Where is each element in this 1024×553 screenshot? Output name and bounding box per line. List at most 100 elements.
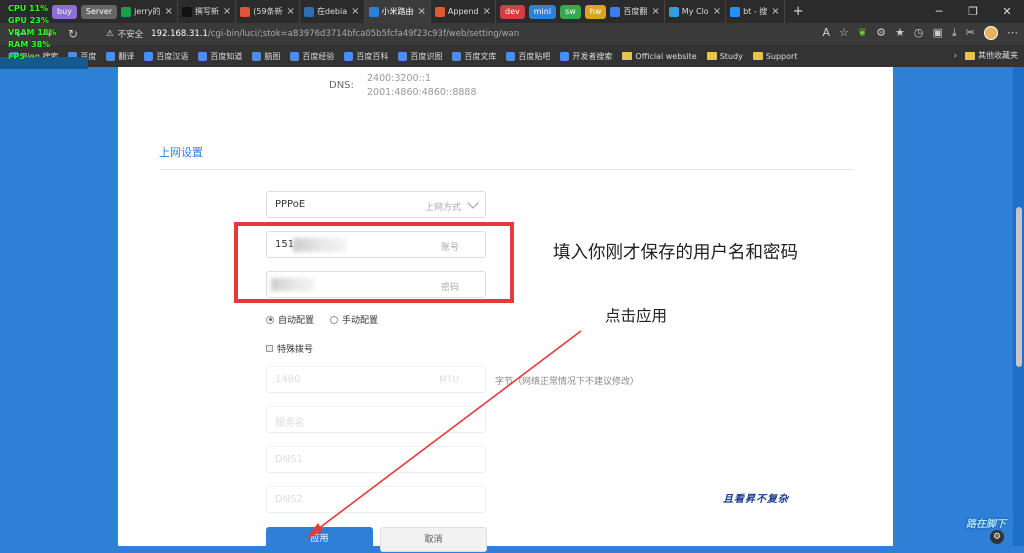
bookmark-label: Support: [765, 51, 798, 61]
close-tab-icon[interactable]: ×: [223, 6, 231, 17]
tab-4[interactable]: 小米路由 ×: [364, 0, 431, 23]
collections-icon[interactable]: ▣: [933, 26, 943, 40]
download-icon[interactable]: ⤓: [952, 26, 957, 40]
read-aloud-icon[interactable]: A: [823, 26, 831, 40]
history-icon[interactable]: ◷: [914, 26, 924, 40]
leaf-icon: [121, 6, 132, 17]
bookmark-item[interactable]: Official website: [622, 51, 697, 61]
tab-11[interactable]: My Clo ×: [665, 0, 727, 23]
bookmark-label: 百度识图: [410, 51, 443, 61]
tab-label: jerry的: [134, 7, 161, 16]
scrollbar[interactable]: [1013, 67, 1024, 546]
tab-5[interactable]: Append ×: [431, 0, 497, 23]
grid-icon: [434, 6, 445, 17]
restore-button[interactable]: ❐: [956, 0, 990, 23]
tab-label: 小米路由: [381, 7, 414, 16]
tab-label: Append: [447, 7, 479, 16]
tab-group-1[interactable]: Server: [80, 4, 118, 19]
tab-group-item[interactable]: sw: [560, 4, 581, 19]
tab-label: bt - 搜: [743, 7, 768, 16]
tab-group-item[interactable]: mini: [528, 4, 557, 19]
bookmark-icon: [144, 51, 154, 61]
arrow-annotation: [306, 330, 582, 539]
bookmark-label: 脑图: [264, 51, 281, 61]
warning-icon: ⚠: [106, 29, 114, 39]
tab-0[interactable]: jerry的 ×: [117, 0, 178, 23]
bookmark-item[interactable]: 百度百科: [344, 51, 388, 62]
close-tab-icon[interactable]: ×: [351, 6, 359, 17]
url-field[interactable]: ⚠ 不安全 192.168.31.1/cgi-bin/luci/;stok=a8…: [106, 28, 519, 40]
close-tab-icon[interactable]: ×: [164, 6, 172, 17]
bookmark-label: Study: [719, 51, 743, 61]
performance-overlay: CPU 11% GPU 23% VRAM 18% RAM 38% FPS --: [0, 3, 88, 69]
close-tab-icon[interactable]: ×: [713, 6, 721, 17]
tab-label: (59条新: [253, 7, 283, 16]
bookmark-item[interactable]: 百度汉语: [144, 51, 188, 62]
bookmark-icon: [506, 51, 516, 61]
tab-1[interactable]: 撰写新 ×: [178, 0, 237, 23]
tab-label: 在debia: [316, 7, 348, 16]
profile-avatar[interactable]: [984, 26, 998, 40]
bookmark-icon: [290, 51, 300, 61]
close-tab-icon[interactable]: ×: [771, 6, 779, 17]
settings-panel: DNS: 2400:3200::1 2001:4860:4860::8888 上…: [118, 67, 893, 552]
bookmark-label: 百度文库: [464, 51, 497, 61]
tab-group-item[interactable]: dev: [500, 4, 525, 19]
bookmarks-overflow[interactable]: › 其他收藏夹: [954, 50, 1018, 61]
more-menu-icon[interactable]: ⋯: [1007, 26, 1018, 40]
tab-label: 百度翻: [623, 7, 648, 16]
bookmark-item[interactable]: 脑图: [252, 51, 280, 62]
favorites-icon[interactable]: ★: [895, 26, 905, 40]
screenshot-icon[interactable]: ✂: [966, 26, 975, 40]
tab-2[interactable]: (59条新 ×: [236, 0, 300, 23]
bookmark-label: 开发者搜索: [572, 51, 613, 61]
other-bookmarks: 其他收藏夹: [978, 51, 1018, 60]
bookmark-icon: [198, 51, 208, 61]
leaf-ext-icon[interactable]: ❦: [858, 26, 867, 40]
watermark: 路在脚下: [966, 519, 1006, 530]
scrollbar-thumb[interactable]: [1016, 207, 1022, 367]
refresh-icon[interactable]: ↻: [60, 27, 86, 41]
bookmarks-bar: Bing 搜索 百度 翻译 百度汉语 百度知道 脑图 百度经验 百度百科 百度识图 百度文库 百度贴…: [0, 45, 1024, 67]
bookmark-item[interactable]: 百度文库: [452, 51, 496, 62]
cloud-icon: [668, 6, 679, 17]
bookmark-item[interactable]: Support: [752, 51, 798, 61]
bookmark-icon: [452, 51, 462, 61]
browser-toolbar: A ☆ ❦ ⚙ ★ ◷ ▣ ⤓ ✂ ⋯: [823, 26, 1018, 40]
bookmark-item[interactable]: 百度经验: [290, 51, 334, 62]
close-window-button[interactable]: ✕: [990, 0, 1024, 23]
close-tab-icon[interactable]: ×: [418, 6, 426, 17]
close-tab-icon[interactable]: ×: [483, 6, 491, 17]
address-bar: ← → ↻ ⚠ 不安全 192.168.31.1/cgi-bin/luci/;s…: [0, 23, 1024, 45]
bookmark-label: 百度汉语: [156, 51, 189, 61]
favorite-star-icon[interactable]: ☆: [839, 26, 849, 40]
close-tab-icon[interactable]: ×: [287, 6, 295, 17]
bookmark-item[interactable]: 百度识图: [398, 51, 442, 62]
bookmark-item[interactable]: 百度贴吧: [506, 51, 550, 62]
bookmark-item[interactable]: 百度知道: [198, 51, 242, 62]
folder-icon: [706, 52, 717, 60]
new-tab-button[interactable]: +: [793, 4, 804, 19]
tab-10[interactable]: 百度翻 ×: [606, 0, 665, 23]
bookmark-label: Official website: [635, 51, 697, 61]
tab-12[interactable]: bt - 搜 ×: [726, 0, 785, 23]
wifi-icon: [368, 6, 379, 17]
tab-strip: buy Server jerry的 × 撰写新 × (59条新 × 在debia × 小米路由 × Ap…: [0, 0, 1024, 23]
bookmark-label: 百度经验: [302, 51, 335, 61]
hud-vram: VRAM 18%: [8, 28, 57, 37]
folder-icon: [965, 51, 975, 60]
c-icon: [240, 6, 251, 17]
tab-label: My Clo: [681, 7, 709, 16]
tab-3[interactable]: 在debia ×: [300, 0, 365, 23]
settings-gear-icon[interactable]: ⚙: [990, 530, 1004, 544]
bookmark-icon: [344, 51, 354, 61]
folder-icon: [752, 52, 763, 60]
bookmark-item[interactable]: 开发者搜索: [560, 51, 612, 62]
close-tab-icon[interactable]: ×: [651, 6, 659, 17]
bookmark-item[interactable]: 翻译: [106, 51, 134, 62]
hud-ram: RAM 38%: [8, 40, 51, 49]
tab-group-item[interactable]: hw: [584, 4, 607, 19]
minimize-button[interactable]: ─: [922, 0, 956, 23]
extensions-icon[interactable]: ⚙: [876, 26, 886, 40]
bookmark-item[interactable]: Study: [706, 51, 743, 61]
